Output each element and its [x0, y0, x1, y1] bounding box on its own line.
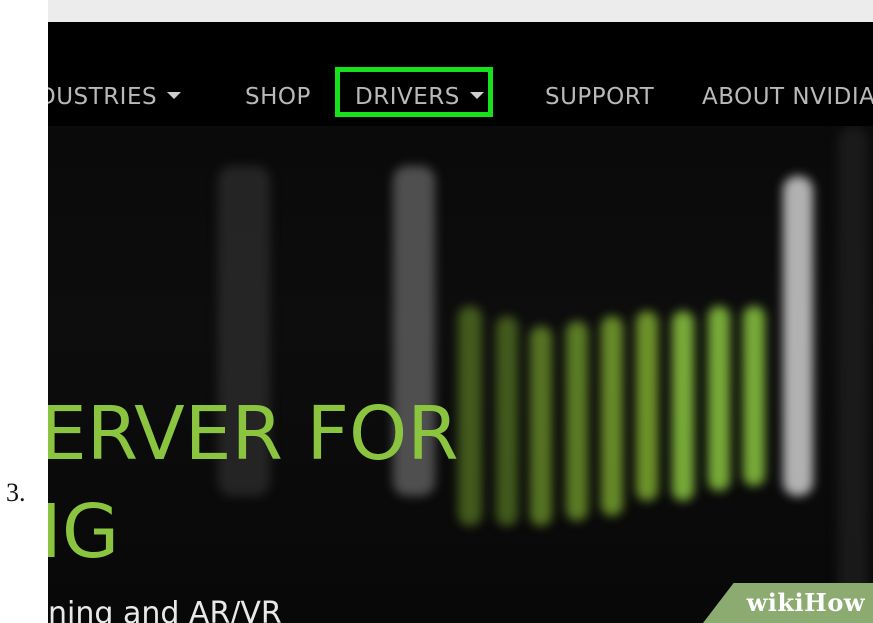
hero-title-line-1: ERVER FOR: [48, 391, 459, 477]
nav-item-industries[interactable]: DUSTRIES: [48, 84, 182, 110]
hero-banner: ERVER FOR IG ning and AR/VR: [48, 126, 873, 623]
nav-item-label: ABOUT NVIDIA: [702, 84, 873, 110]
nav-item-about-nvidia[interactable]: ABOUT NVIDIA: [702, 84, 873, 110]
nav-item-shop[interactable]: SHOP: [245, 84, 311, 110]
nav-item-label: DUSTRIES: [48, 84, 158, 110]
nav-item-support[interactable]: SUPPORT: [545, 84, 654, 110]
watermark-prefix: wiki: [746, 588, 805, 617]
top-navigation: DUSTRIES SHOP DRIVERS SUPPORT ABOUT NVID…: [48, 22, 873, 126]
browser-top-strip: [48, 0, 873, 22]
hero-subtitle: ning and AR/VR: [48, 596, 282, 623]
watermark-text: wikiHow: [747, 588, 865, 617]
watermark-suffix: How: [804, 588, 865, 617]
server-rack-image: [48, 126, 873, 623]
nav-item-label: SHOP: [245, 84, 311, 110]
hero-title-line-2: IG: [48, 489, 120, 575]
caret-down-icon: [167, 92, 182, 99]
screenshot-frame: DUSTRIES SHOP DRIVERS SUPPORT ABOUT NVID…: [48, 0, 873, 623]
drivers-highlight-box: [335, 67, 493, 117]
step-number: 3.: [6, 478, 26, 507]
nav-item-label: SUPPORT: [545, 84, 655, 110]
